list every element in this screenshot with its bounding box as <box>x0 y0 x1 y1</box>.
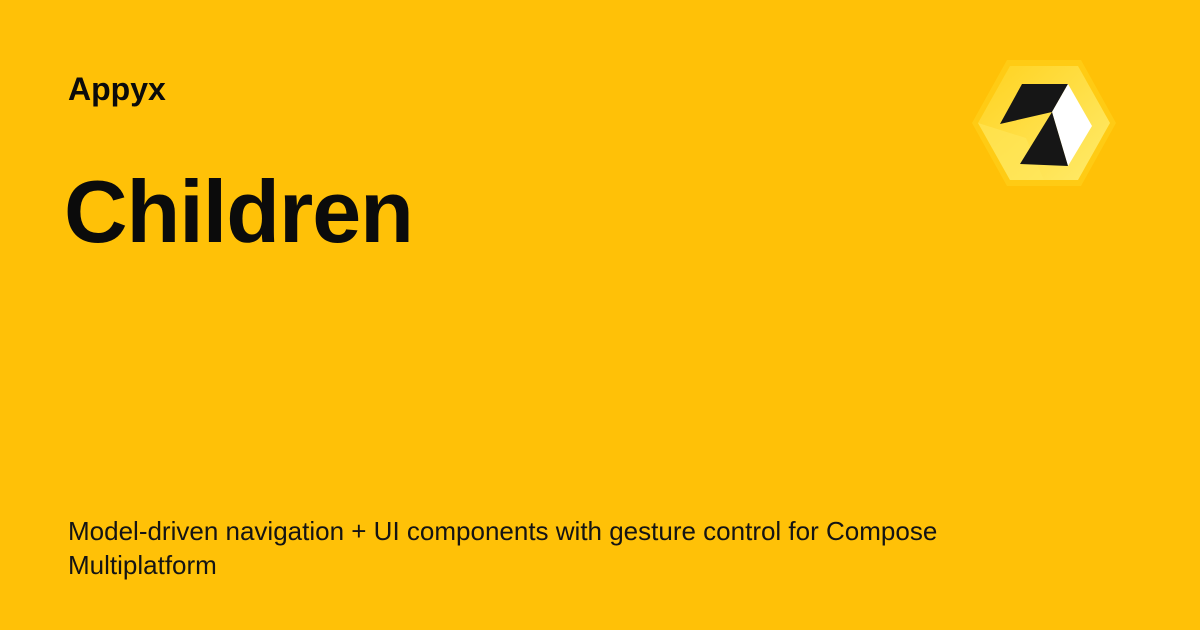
social-card: Appyx Children Model-driven navigation +… <box>0 0 1200 630</box>
page-description: Model-driven navigation + UI components … <box>68 516 938 580</box>
site-name: Appyx <box>68 71 166 107</box>
page-title: Children <box>64 162 414 261</box>
appyx-logo-svg <box>972 60 1116 186</box>
appyx-logo-icon <box>970 58 1118 188</box>
